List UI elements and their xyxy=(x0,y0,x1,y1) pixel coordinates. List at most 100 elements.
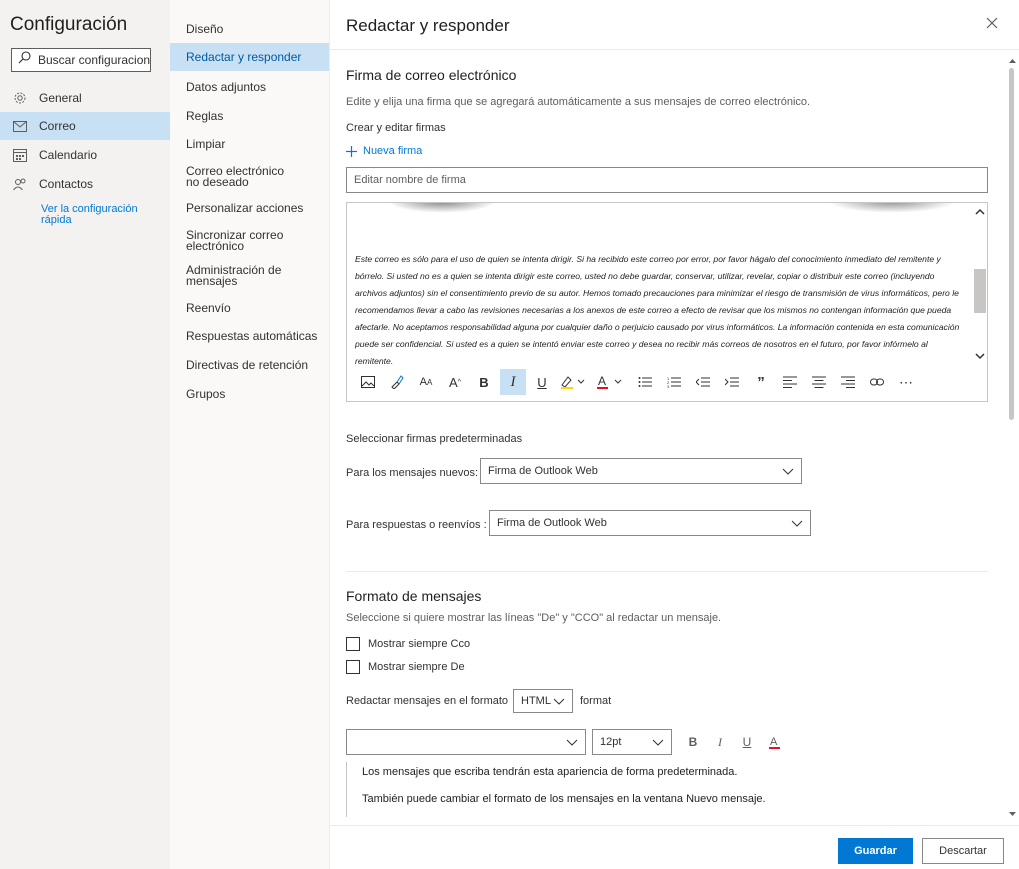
subnav-item-customize-actions[interactable]: Personalizar acciones xyxy=(170,197,329,219)
signature-editor[interactable]: Este correo es sólo para el uso de quien… xyxy=(346,202,988,402)
mail-settings-subnav xyxy=(170,0,330,869)
save-button[interactable]: Guardar xyxy=(838,838,913,864)
preview-line-2: También puede cambiar el formato de los … xyxy=(362,793,766,805)
new-messages-label: Para los mensajes nuevos: xyxy=(346,467,479,479)
subnav-item-sweep[interactable]: Limpiar xyxy=(170,133,329,155)
show-bcc-label: Mostrar siempre Cco xyxy=(368,638,471,650)
subnav-item-groups[interactable]: Grupos xyxy=(170,383,329,405)
subnav-item-forwarding[interactable]: Reenvío xyxy=(170,297,329,319)
subnav-item-attachments[interactable]: Datos adjuntos xyxy=(170,76,329,98)
signature-description: Edite y elija una firma que se agregará … xyxy=(346,96,811,108)
sidebar-item-general[interactable]: General xyxy=(0,84,170,112)
signature-format-toolbar: AA A ^ B I U A 123 ” ⋯ xyxy=(355,369,945,395)
close-icon[interactable] xyxy=(983,14,1001,32)
default-bold-icon[interactable]: B xyxy=(683,734,703,750)
subnav-item-layout[interactable]: Diseño xyxy=(170,18,329,40)
sidebar-item-contacts[interactable]: Contactos xyxy=(0,170,170,198)
subnav-item-auto-replies[interactable]: Respuestas automáticas xyxy=(170,325,329,347)
highlight-icon[interactable] xyxy=(558,369,592,395)
sidebar-item-label: Contactos xyxy=(39,177,94,191)
discard-button[interactable]: Descartar xyxy=(922,838,1004,864)
default-underline-icon[interactable]: U xyxy=(737,734,757,750)
svg-text:3: 3 xyxy=(667,384,670,388)
create-edit-signatures-label: Crear y editar firmas xyxy=(346,122,446,134)
search-input[interactable] xyxy=(36,52,152,68)
chevron-down-icon xyxy=(566,737,578,750)
message-format-description: Seleccione si quiere mostrar las líneas … xyxy=(346,612,722,624)
italic-icon[interactable]: I xyxy=(500,369,526,395)
align-center-icon[interactable] xyxy=(806,369,832,395)
chevron-down-icon xyxy=(652,737,664,750)
font-size-value: 12pt xyxy=(600,736,622,748)
subnav-item-retention[interactable]: Directivas de retención xyxy=(170,354,329,376)
default-font-color-icon[interactable]: A xyxy=(765,734,785,750)
underline-icon[interactable]: U xyxy=(529,369,555,395)
chevron-down-icon xyxy=(553,696,565,709)
font-family-select[interactable] xyxy=(346,729,586,755)
chevron-down-icon xyxy=(791,518,803,531)
font-color-icon[interactable]: A xyxy=(595,369,629,395)
insert-link-icon[interactable] xyxy=(864,369,890,395)
quick-settings-link[interactable]: Ver la configuración rápida xyxy=(41,204,161,226)
signature-section-title: Firma de correo electrónico xyxy=(346,67,517,83)
subnav-item-rules[interactable]: Reglas xyxy=(170,105,329,127)
font-size-increase-icon[interactable]: A ^ xyxy=(442,369,468,395)
compose-format-select[interactable]: HTML xyxy=(513,689,573,713)
default-signatures-title: Seleccionar firmas predeterminadas xyxy=(346,433,523,445)
people-icon xyxy=(13,177,27,191)
compose-format-suffix: format xyxy=(580,695,612,707)
replies-signature-select[interactable]: Firma de Outlook Web xyxy=(489,510,811,536)
preview-line-1: Los mensajes que escriba tendrán esta ap… xyxy=(362,766,738,778)
new-signature-button[interactable]: Nueva firma xyxy=(346,145,422,157)
show-from-row[interactable]: Mostrar siempre De xyxy=(346,660,465,674)
show-from-label: Mostrar siempre De xyxy=(368,661,465,673)
signature-name-input[interactable] xyxy=(346,167,988,193)
default-italic-icon[interactable]: I xyxy=(710,734,730,750)
show-bcc-checkbox[interactable] xyxy=(346,637,360,651)
gear-icon xyxy=(13,91,27,105)
font-size-select[interactable]: 12pt xyxy=(592,729,672,755)
signature-image-shadow xyxy=(387,203,497,213)
svg-text:A: A xyxy=(770,736,778,748)
panel-scrollbar-thumb[interactable] xyxy=(1009,68,1014,420)
app-title: Configuración xyxy=(10,14,128,35)
compose-format-label: Redactar mensajes en el formato xyxy=(346,695,509,707)
sidebar-item-label: Correo xyxy=(39,119,76,133)
mail-icon xyxy=(13,119,27,133)
format-painter-icon[interactable] xyxy=(384,369,410,395)
sidebar-item-calendar[interactable]: Calendario xyxy=(0,141,170,169)
footer-divider xyxy=(330,825,1019,826)
increase-indent-icon[interactable] xyxy=(719,369,745,395)
header-divider xyxy=(330,49,1019,50)
align-right-icon[interactable] xyxy=(835,369,861,395)
font-size-decrease-icon[interactable]: AA xyxy=(413,369,439,395)
signature-image-shadow xyxy=(827,203,957,213)
svg-text:A: A xyxy=(598,375,606,388)
panel-title: Redactar y responder xyxy=(346,16,510,35)
editor-scrollbar-thumb[interactable] xyxy=(974,269,986,313)
new-signature-label: Nueva firma xyxy=(363,145,423,157)
subnav-item-compose-reply[interactable]: Redactar y responder xyxy=(170,43,329,71)
bold-icon[interactable]: B xyxy=(471,369,497,395)
new-messages-signature-select[interactable]: Firma de Outlook Web xyxy=(480,458,802,484)
sidebar-item-mail[interactable]: Correo xyxy=(0,112,170,140)
sidebar-item-label: General xyxy=(39,91,82,105)
format-preview: Los mensajes que escriba tendrán esta ap… xyxy=(346,762,766,817)
numbering-icon[interactable]: 123 xyxy=(661,369,687,395)
more-options-icon[interactable]: ⋯ xyxy=(893,369,919,395)
signature-body-text[interactable]: Este correo es sólo para el uso de quien… xyxy=(355,251,967,364)
replies-signature-value: Firma de Outlook Web xyxy=(497,517,607,529)
subnav-item-message-handling[interactable]: Administración de mensajes xyxy=(170,264,300,288)
show-bcc-row[interactable]: Mostrar siempre Cco xyxy=(346,637,470,651)
bullets-icon[interactable] xyxy=(632,369,658,395)
settings-search-box[interactable] xyxy=(11,48,152,72)
insert-image-icon[interactable] xyxy=(355,369,381,395)
show-from-checkbox[interactable] xyxy=(346,660,360,674)
chevron-down-icon xyxy=(782,466,794,479)
message-format-title: Formato de mensajes xyxy=(346,588,482,604)
subnav-item-sync-email[interactable]: Sincronizar correo electrónico xyxy=(170,229,300,253)
quote-icon[interactable]: ” xyxy=(748,369,774,395)
subnav-item-junk[interactable]: Correo electrónico no deseado xyxy=(170,165,300,189)
align-left-icon[interactable] xyxy=(777,369,803,395)
decrease-indent-icon[interactable] xyxy=(690,369,716,395)
